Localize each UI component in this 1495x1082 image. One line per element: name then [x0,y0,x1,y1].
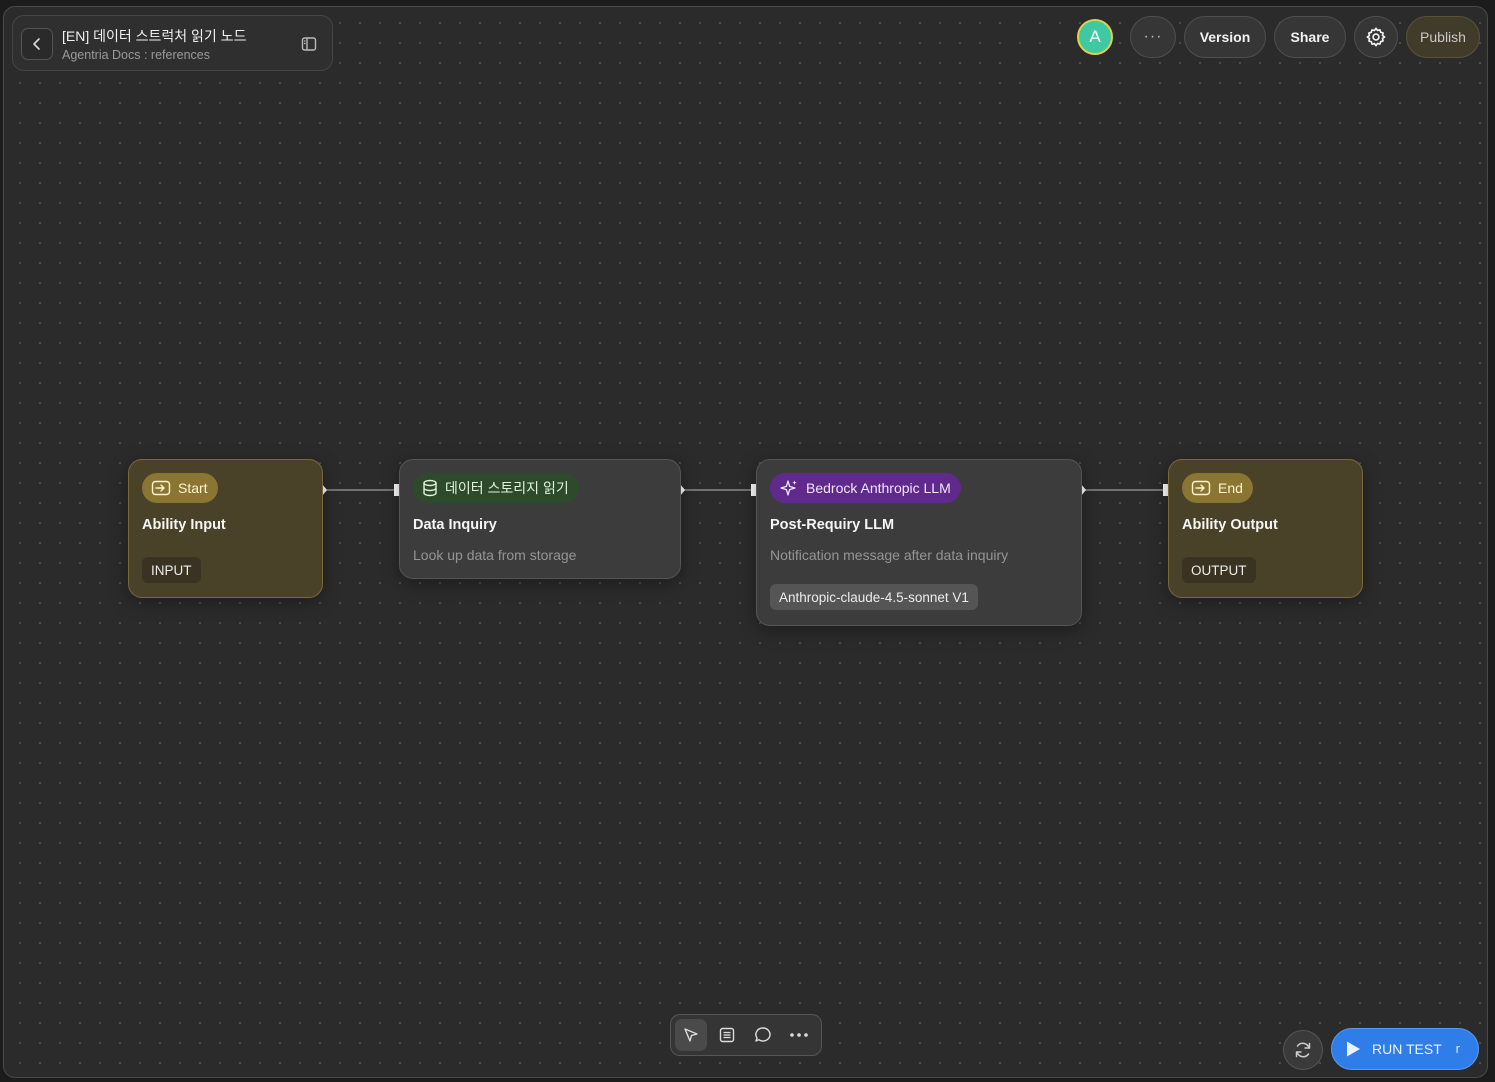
node-description: Look up data from storage [413,547,577,563]
node-title: Ability Input [142,517,226,533]
title-card: [EN] 데이터 스트럭처 읽기 노드 Agentria Docs : refe… [12,15,333,71]
play-icon [1347,1041,1360,1057]
page-title: [EN] 데이터 스트럭처 읽기 노드 [62,28,247,44]
document-icon [719,1027,735,1043]
sparkle-icon [780,480,797,496]
more-button[interactable]: ··· [1130,16,1176,58]
settings-button[interactable] [1354,16,1398,58]
run-test-button[interactable]: RUN TEST r [1331,1028,1479,1070]
node-start[interactable]: Start Ability Input INPUT [128,459,323,598]
node-type-chip: 데이터 스토리지 읽기 [413,473,579,503]
sidebar-toggle-icon[interactable] [300,35,318,53]
avatar[interactable]: A [1077,19,1113,55]
exit-icon [1191,480,1211,496]
chip-label: Start [178,480,208,496]
ellipsis-icon [790,1033,808,1037]
run-shortcut: r [1455,1041,1460,1056]
gear-icon [1366,27,1386,47]
note-tool[interactable] [711,1019,743,1051]
workflow-canvas[interactable]: [EN] 데이터 스트럭처 읽기 노드 Agentria Docs : refe… [3,6,1488,1078]
chip-label: 데이터 스토리지 읽기 [445,480,569,496]
select-tool[interactable] [675,1019,707,1051]
node-data-inquiry[interactable]: 데이터 스토리지 읽기 Data Inquiry Look up data fr… [399,459,681,579]
database-icon [423,479,437,497]
node-type-chip: End [1182,473,1253,503]
enter-icon [151,480,171,496]
speech-bubble-icon [755,1027,771,1042]
node-description: Notification message after data inquiry [770,547,1009,563]
model-tag: Anthropic-claude-4.5-sonnet V1 [770,584,978,610]
chip-label: Bedrock Anthropic LLM [806,480,951,496]
publish-button[interactable]: Publish [1406,16,1480,58]
node-title: Post-Requiry LLM [770,517,895,533]
chip-label: End [1218,480,1243,496]
run-test-label: RUN TEST [1372,1041,1442,1057]
comment-tool[interactable] [747,1019,779,1051]
share-button[interactable]: Share [1274,16,1346,58]
node-type-chip: Bedrock Anthropic LLM [770,473,961,503]
back-button[interactable] [21,28,53,60]
refresh-icon [1295,1042,1311,1058]
chevron-left-icon [33,38,40,50]
node-end[interactable]: End Ability Output OUTPUT [1168,459,1363,598]
node-type-chip: Start [142,473,218,503]
cursor-icon [684,1028,698,1042]
node-title: Ability Output [1182,517,1278,533]
node-title: Data Inquiry [413,517,497,533]
refresh-button[interactable] [1283,1030,1323,1070]
node-tag: OUTPUT [1182,557,1256,583]
more-tools-button[interactable] [783,1019,815,1051]
canvas-toolbar [670,1014,822,1056]
version-button[interactable]: Version [1184,16,1266,58]
node-llm[interactable]: Bedrock Anthropic LLM Post-Requiry LLM N… [756,459,1082,626]
node-tag: INPUT [142,557,201,583]
breadcrumb: Agentria Docs : references [62,48,210,62]
